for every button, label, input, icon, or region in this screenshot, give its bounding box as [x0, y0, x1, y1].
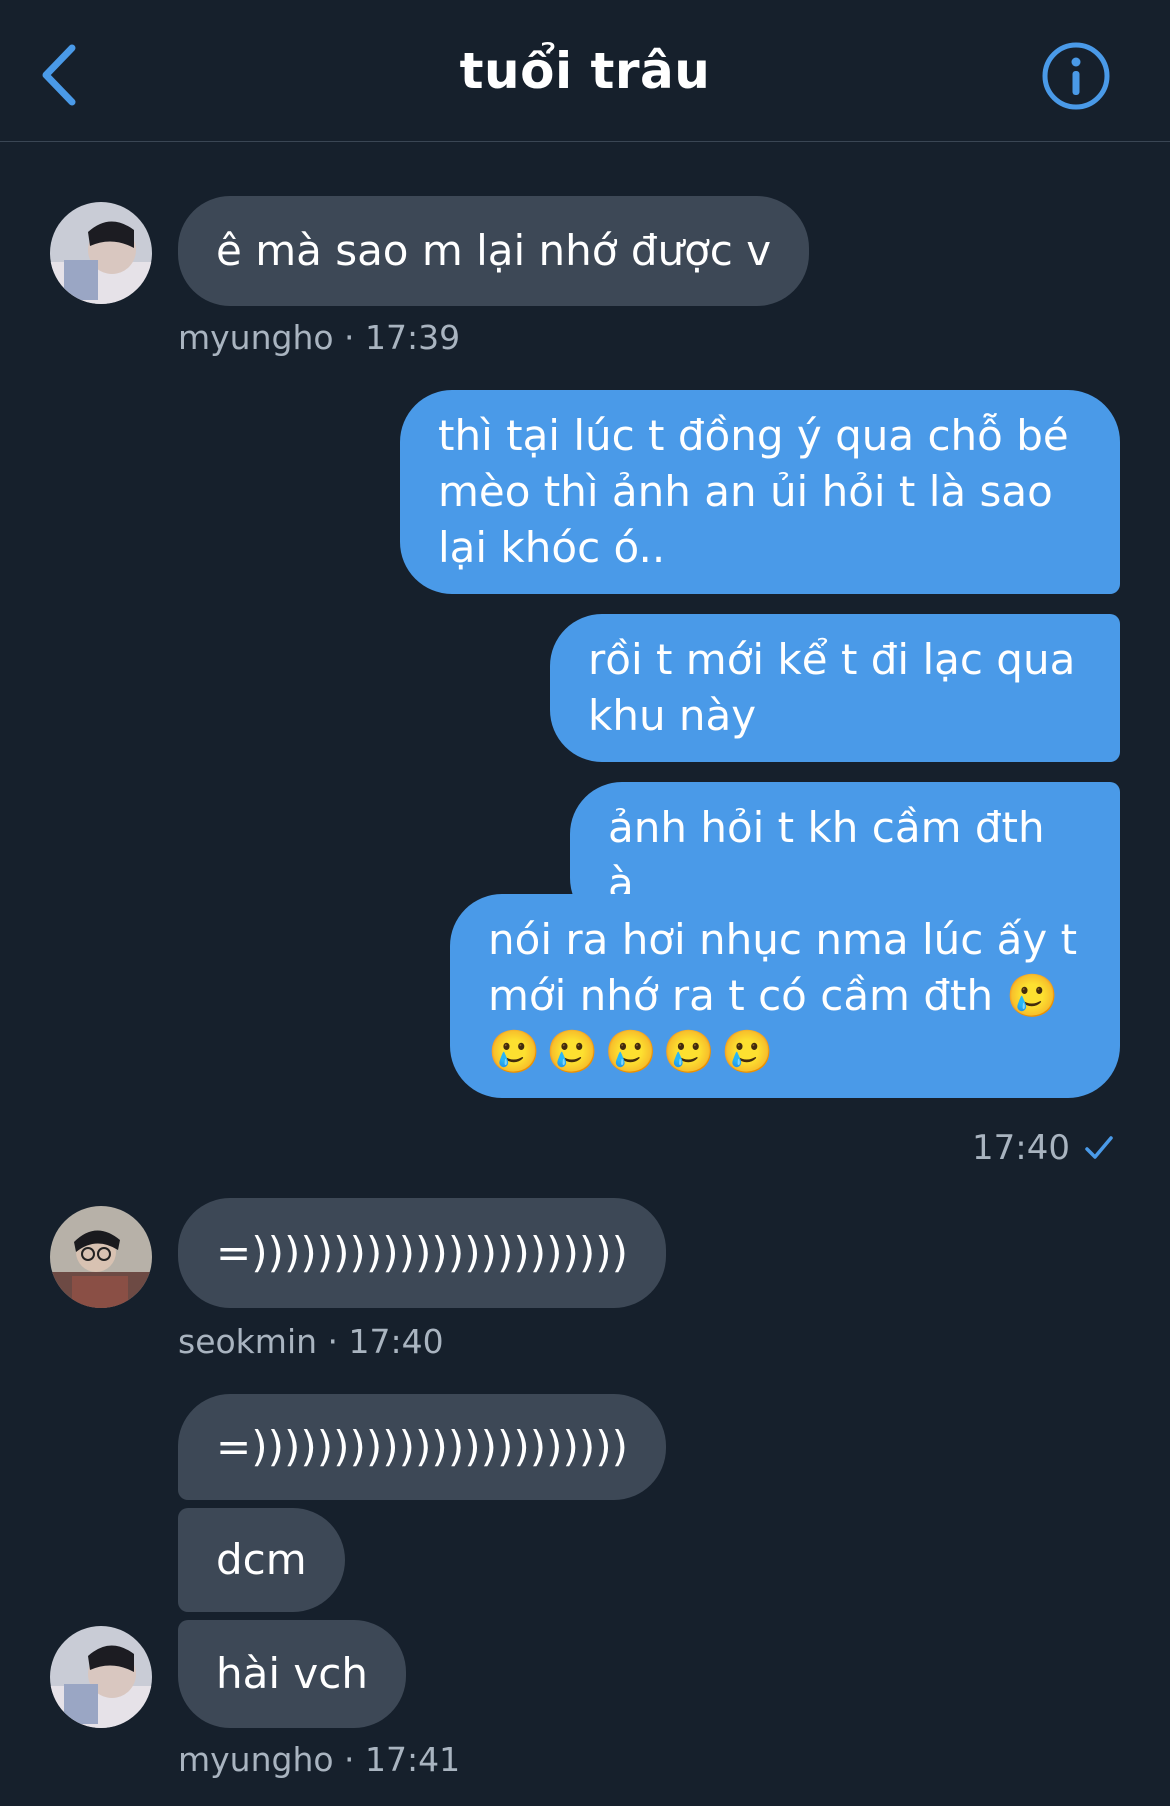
message-text: ê mà sao m lại nhớ được v [216, 226, 772, 275]
message-text-line: mới nhớ ra t có cầm đth 🥲 [488, 971, 1059, 1020]
message-text: dcm [216, 1535, 307, 1584]
info-button[interactable] [1040, 40, 1112, 112]
message-sent[interactable]: thì tại lúc t đồng ý qua chỗ bé mèo thì … [400, 390, 1120, 594]
message-text: =))))))))))))))))))))))) [216, 1228, 629, 1277]
message-received[interactable]: =))))))))))))))))))))))) [178, 1394, 667, 1500]
avatar-myungho[interactable] [50, 1626, 152, 1728]
message-text-line: mèo thì ảnh an ủi hỏi t là sao [438, 467, 1053, 516]
message-text-line: 🥲🥲🥲🥲🥲 [488, 1027, 780, 1076]
avatar-photo [50, 1626, 152, 1728]
message-meta: myungho · 17:41 [178, 1740, 461, 1779]
message-time: 17:40 [972, 1128, 1070, 1168]
message-received[interactable]: hài vch [178, 1620, 406, 1728]
message-text-line: nói ra hơi nhục nma lúc ấy t [488, 915, 1078, 964]
message-text: hài vch [216, 1649, 368, 1698]
avatar-photo [50, 202, 152, 304]
message-received[interactable]: ê mà sao m lại nhớ được v [178, 196, 810, 306]
conversation-title[interactable]: tuổi trâu [0, 42, 1170, 100]
checkmark-icon [1085, 1136, 1113, 1159]
message-received[interactable]: dcm [178, 1508, 345, 1612]
avatar-seokmin[interactable] [50, 1206, 152, 1308]
message-text: =))))))))))))))))))))))) [216, 1422, 629, 1471]
message-list[interactable]: ê mà sao m lại nhớ được v myungho · 17:3… [0, 142, 1170, 1806]
message-received[interactable]: =))))))))))))))))))))))) [178, 1198, 667, 1308]
message-sent[interactable]: nói ra hơi nhục nma lúc ấy t mới nhớ ra … [450, 894, 1120, 1098]
avatar-myungho[interactable] [50, 202, 152, 304]
message-meta: seokmin · 17:40 [178, 1322, 444, 1361]
message-sent[interactable]: rồi t mới kể t đi lạc qua khu này [550, 614, 1120, 762]
message-meta: 17:40 [972, 1128, 1114, 1168]
message-text-line: rồi t mới kể t đi lạc qua [588, 635, 1076, 684]
message-meta: myungho · 17:39 [178, 318, 461, 357]
conversation-header: tuổi trâu [0, 0, 1170, 142]
message-text-line: lại khóc ó.. [438, 523, 666, 572]
avatar-photo [50, 1206, 152, 1308]
info-circle-icon [1042, 42, 1110, 110]
message-text-line: khu này [588, 691, 757, 740]
message-text-line: thì tại lúc t đồng ý qua chỗ bé [438, 411, 1069, 460]
